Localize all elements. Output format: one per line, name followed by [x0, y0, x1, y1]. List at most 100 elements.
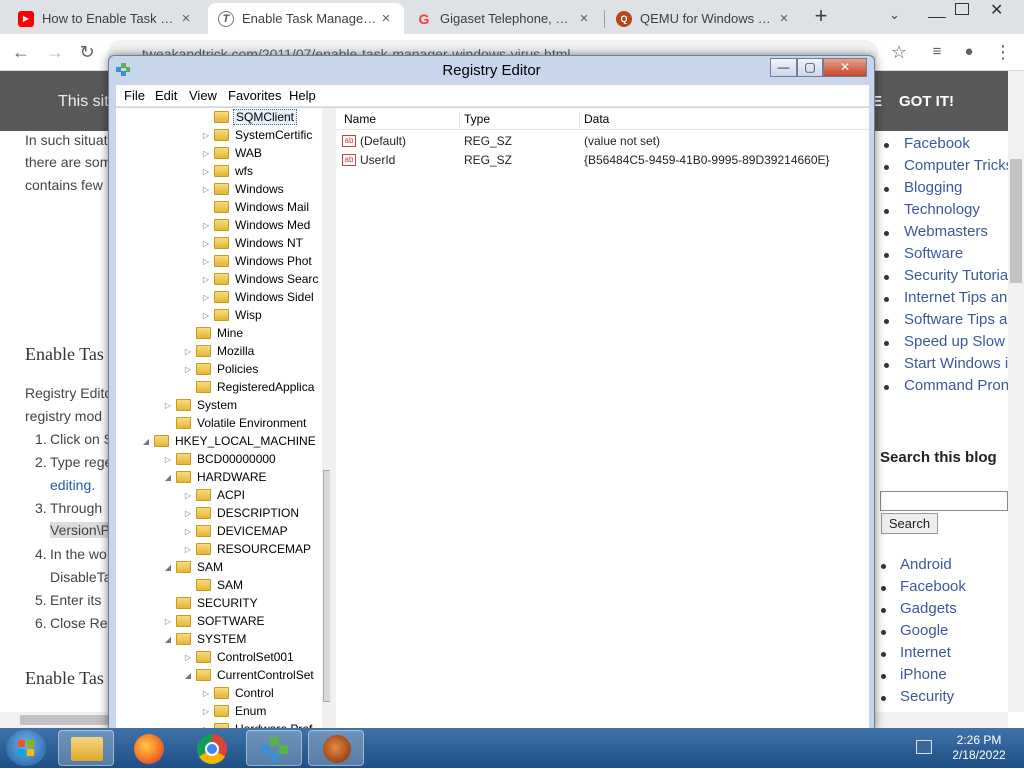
close-button[interactable]: ✕ [823, 58, 867, 77]
reading-list-icon[interactable]: ≡ [924, 40, 950, 64]
bookmark-star-icon[interactable]: ☆ [886, 40, 912, 64]
expand-arrow-icon[interactable]: ▷ [200, 167, 212, 176]
menu-edit[interactable]: Edit [155, 88, 177, 103]
tree-node[interactable]: Volatile Environment [162, 414, 308, 432]
search-input[interactable] [880, 491, 1008, 511]
tree-node[interactable]: ▷ Windows Sidel [200, 288, 316, 306]
sidebar-link[interactable]: Start Windows i [904, 355, 1008, 372]
close-window-icon[interactable]: ✕ [990, 0, 1003, 20]
value-row[interactable]: ab (Default) REG_SZ (value not set) [342, 132, 660, 150]
tree-node[interactable]: ▷ SystemCertific [200, 126, 314, 144]
regedit-taskbar-icon[interactable] [246, 730, 302, 766]
tab-search-icon[interactable]: ⌄ [889, 7, 900, 23]
maximize-button[interactable]: ▢ [797, 58, 823, 77]
sidebar-link[interactable]: Command Pron [904, 377, 1008, 394]
collapse-arrow-icon[interactable]: ◢ [162, 635, 174, 644]
back-icon[interactable]: ← [8, 40, 34, 64]
expand-arrow-icon[interactable]: ▷ [200, 185, 212, 194]
minimize-button[interactable]: — [770, 58, 797, 77]
expand-arrow-icon[interactable]: ▷ [182, 365, 194, 374]
tree-node[interactable]: ◢ HKEY_LOCAL_MACHINE [140, 432, 318, 450]
close-tab-icon[interactable]: × [576, 10, 592, 27]
sidebar-link[interactable]: Technology [904, 201, 980, 218]
tree-node[interactable]: ▷ SOFTWARE [162, 612, 267, 630]
close-tab-icon[interactable]: × [378, 10, 394, 27]
expand-arrow-icon[interactable]: ▷ [200, 293, 212, 302]
expand-arrow-icon[interactable]: ▷ [182, 527, 194, 536]
close-tab-icon[interactable]: × [776, 10, 792, 27]
tree-node[interactable]: ▷ DEVICEMAP [182, 522, 290, 540]
expand-arrow-icon[interactable]: ▷ [200, 689, 212, 698]
qemu-taskbar-icon[interactable] [308, 730, 364, 766]
chrome-taskbar-icon[interactable] [184, 730, 240, 766]
tree-node[interactable]: ▷ ACPI [182, 486, 247, 504]
expand-arrow-icon[interactable]: ▷ [200, 311, 212, 320]
tree-node[interactable]: ▷ Policies [182, 360, 260, 378]
tree-node[interactable]: RegisteredApplica [182, 378, 316, 396]
sidebar-link[interactable]: Webmasters [904, 223, 988, 240]
expand-arrow-icon[interactable]: ▷ [200, 131, 212, 140]
expand-arrow-icon[interactable]: ▷ [200, 257, 212, 266]
tree-node[interactable]: ▷ Windows NT [200, 234, 305, 252]
expand-arrow-icon[interactable]: ▷ [162, 401, 174, 410]
menu-favorites[interactable]: Favorites [228, 88, 281, 103]
start-orb-icon[interactable] [6, 730, 46, 766]
minimize-icon[interactable] [928, 4, 946, 18]
expand-arrow-icon[interactable]: ▷ [200, 149, 212, 158]
step-link[interactable]: editing. [50, 477, 95, 493]
sidebar-link[interactable]: Software [904, 245, 963, 262]
expand-arrow-icon[interactable]: ▷ [182, 347, 194, 356]
column-divider[interactable] [459, 111, 460, 127]
tree-node[interactable]: ▷ Enum [200, 702, 268, 720]
expand-arrow-icon[interactable]: ▷ [182, 545, 194, 554]
tree-node[interactable]: Windows Mail [200, 198, 311, 216]
tree-node[interactable]: ▷ Windows Med [200, 216, 312, 234]
scroll-thumb[interactable] [1010, 159, 1022, 283]
label-link[interactable]: iPhone [900, 666, 947, 683]
search-button[interactable]: Search [881, 513, 938, 534]
sidebar-link[interactable]: Blogging [904, 179, 962, 196]
tab-gigaset[interactable]: G Gigaset Telephone, Smart × [406, 3, 602, 34]
tree-node[interactable]: ▷ ControlSet001 [182, 648, 296, 666]
menu-kebab-icon[interactable]: ⋮ [990, 40, 1016, 64]
tree-node[interactable]: ▷ System [162, 396, 239, 414]
menu-file[interactable]: File [124, 88, 145, 103]
expand-arrow-icon[interactable]: ▷ [182, 491, 194, 500]
page-vertical-scrollbar[interactable] [1008, 71, 1024, 712]
collapse-arrow-icon[interactable]: ◢ [182, 671, 194, 680]
tree-node[interactable]: ▷ Wisp [200, 306, 264, 324]
tree-scrollbar[interactable] [322, 108, 330, 731]
system-clock[interactable]: 2:26 PM 2/18/2022 [938, 733, 1020, 763]
collapse-arrow-icon[interactable]: ◢ [140, 437, 152, 446]
column-type[interactable]: Type [464, 112, 490, 126]
tree-node[interactable]: SAM [182, 576, 245, 594]
tree-node[interactable]: ▷ Windows Searc [200, 270, 320, 288]
tree-node[interactable]: ▷ Control [200, 684, 276, 702]
tree-node[interactable]: ◢ CurrentControlSet [182, 666, 316, 684]
tree-scroll-thumb[interactable] [323, 470, 330, 702]
sidebar-link[interactable]: Facebook [904, 135, 970, 152]
sidebar-link[interactable]: Security Tutorial [904, 267, 1008, 284]
network-icon[interactable] [916, 740, 932, 754]
tree-node[interactable]: ▷ WAB [200, 144, 264, 162]
expand-arrow-icon[interactable]: ▷ [182, 653, 194, 662]
menu-help[interactable]: Help [289, 88, 316, 103]
tree-node[interactable]: ▷ Windows [200, 180, 286, 198]
tree-node[interactable]: ▷ DESCRIPTION [182, 504, 301, 522]
tree-node[interactable]: ◢ SAM [162, 558, 225, 576]
tree-node[interactable]: SECURITY [162, 594, 260, 612]
tab-qemu[interactable]: Q QEMU for Windows – Ins × [606, 3, 802, 34]
value-row[interactable]: ab UserId REG_SZ {B56484C5-9459-41B0-999… [342, 151, 830, 169]
tree-node[interactable]: ▷ BCD00000000 [162, 450, 278, 468]
expand-arrow-icon[interactable]: ▷ [200, 275, 212, 284]
collapse-arrow-icon[interactable]: ◢ [162, 563, 174, 572]
tree-node[interactable]: ▷ Windows Phot [200, 252, 314, 270]
expand-arrow-icon[interactable]: ▷ [162, 455, 174, 464]
menu-view[interactable]: View [189, 88, 217, 103]
firefox-taskbar-icon[interactable] [122, 730, 178, 766]
tab-youtube[interactable]: ▶ How to Enable Task Manager × [8, 3, 204, 34]
label-link[interactable]: Android [900, 556, 952, 573]
tree-node[interactable]: ▷ RESOURCEMAP [182, 540, 313, 558]
restore-icon[interactable] [955, 3, 969, 15]
expand-arrow-icon[interactable]: ▷ [200, 221, 212, 230]
